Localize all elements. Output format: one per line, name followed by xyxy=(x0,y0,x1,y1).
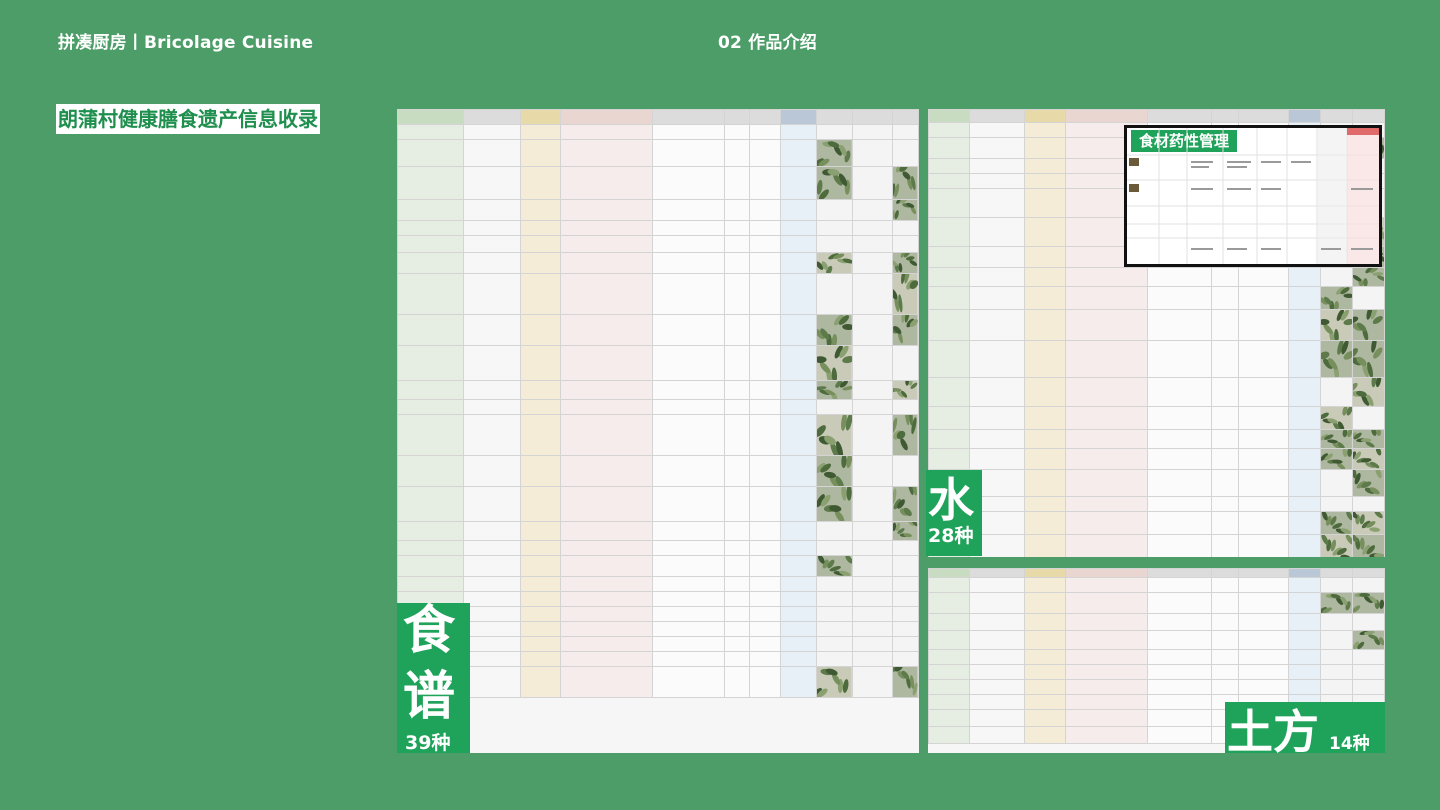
recipe-char-1: 食 xyxy=(403,601,456,661)
recipe-count: 39种 xyxy=(405,732,451,754)
earth-label: 土方 14种 xyxy=(1225,702,1385,759)
earth-count: 14种 xyxy=(1329,734,1370,754)
earth-char: 土方 xyxy=(1227,705,1319,759)
page-title: 朗蒲村健康膳食遗产信息收录 xyxy=(56,104,320,134)
section-title: 02 作品介绍 xyxy=(718,33,817,53)
header-title: 拼凑厨房丨Bricolage Cuisine xyxy=(58,33,314,53)
medicinal-table-lines xyxy=(1127,128,1379,264)
water-label: 水 28种 xyxy=(926,470,982,556)
recipe-spreadsheet xyxy=(397,109,919,753)
recipe-char-2: 谱 xyxy=(403,667,456,727)
recipe-label: 食 谱 39种 xyxy=(397,601,470,754)
water-count: 28种 xyxy=(928,525,974,547)
water-char: 水 xyxy=(928,473,974,527)
medicinal-management-preview: 食材药性管理 xyxy=(1124,125,1382,267)
